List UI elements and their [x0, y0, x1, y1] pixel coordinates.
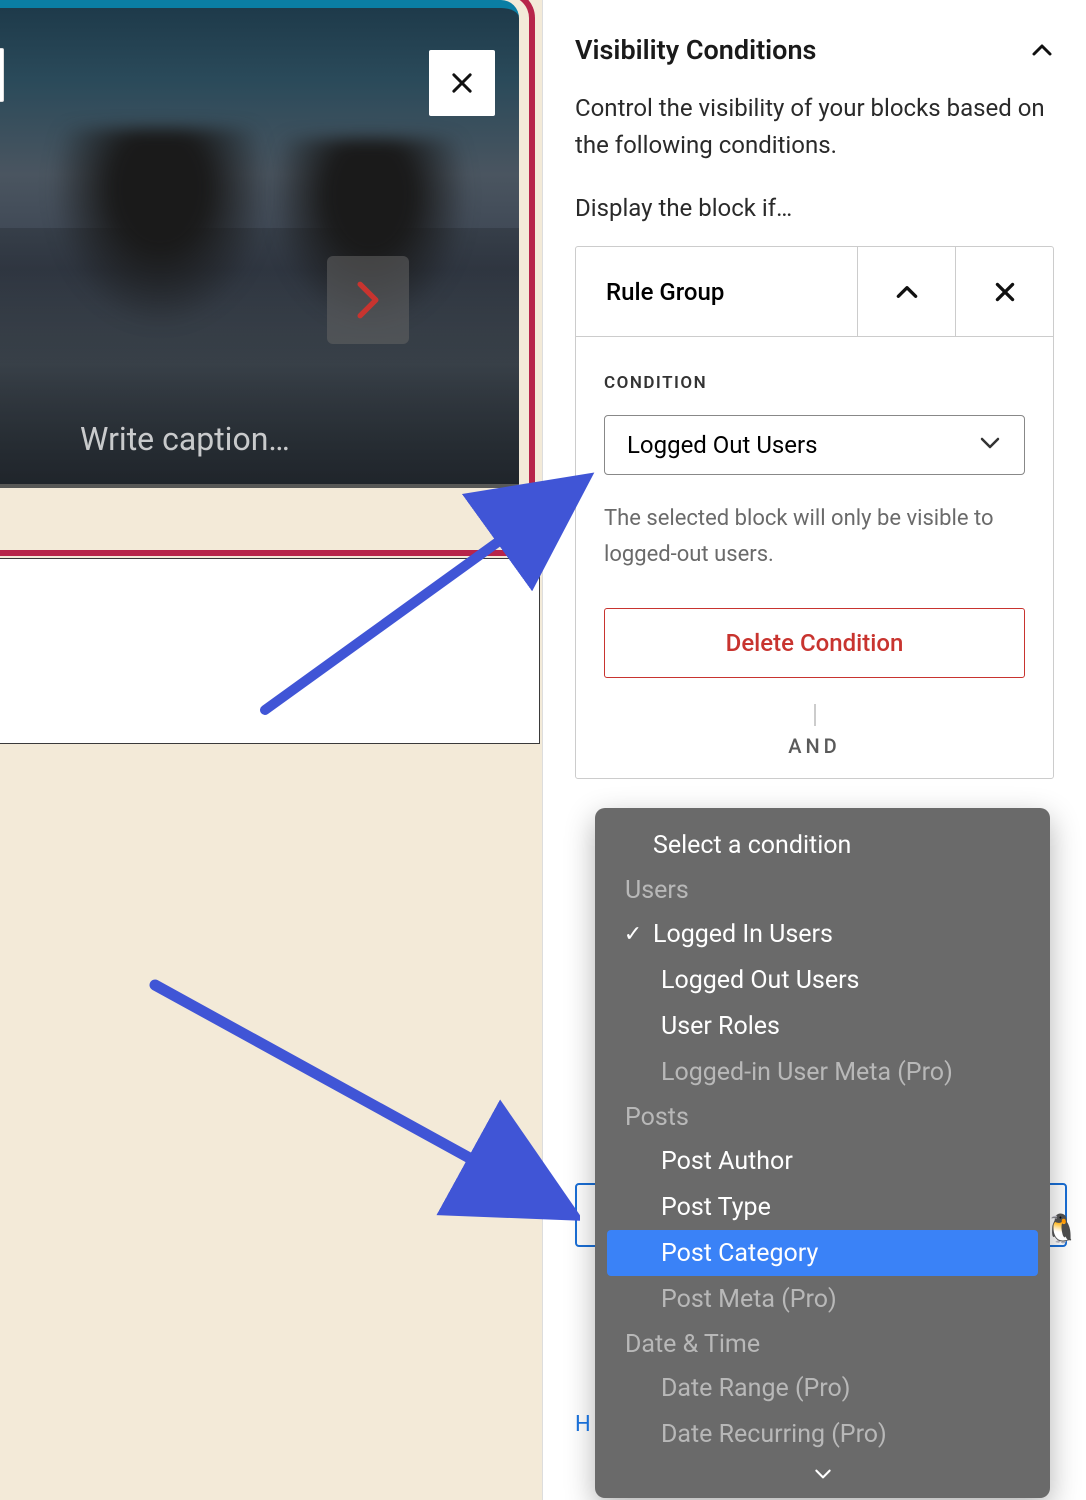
dropdown-group-users: Users [595, 868, 1050, 911]
chevron-down-icon [978, 431, 1002, 459]
gallery-image[interactable]: Write caption… [0, 0, 519, 484]
condition-helper-text: The selected block will only be visible … [604, 501, 1025, 571]
dropdown-option-logged-out-users[interactable]: Logged Out Users [595, 957, 1050, 1003]
condition-select[interactable]: Logged Out Users [604, 415, 1025, 475]
delete-condition-button[interactable]: Delete Condition [604, 608, 1025, 678]
rule-group: Rule Group CONDITION Logged Out Users Th… [575, 246, 1054, 778]
footer-link-fragment[interactable]: H [575, 1412, 591, 1437]
condition-select-value: Logged Out Users [627, 431, 818, 459]
condition-dropdown[interactable]: Select a condition Users ✓ Logged In Use… [595, 808, 1050, 1498]
close-icon [992, 279, 1018, 305]
dropdown-option-post-category[interactable]: Post Category [607, 1230, 1038, 1276]
gallery-block-selected[interactable]: Write caption… [0, 0, 535, 556]
dropdown-group-posts: Posts [595, 1095, 1050, 1138]
check-icon: ✓ [613, 922, 653, 947]
panel-title: Visibility Conditions [575, 34, 816, 66]
editor-canvas: Write caption… [0, 0, 542, 1500]
chevron-up-icon [894, 279, 920, 305]
remove-image-button[interactable] [429, 50, 495, 116]
dropdown-placeholder[interactable]: Select a condition [595, 822, 1050, 868]
block-drag-handle[interactable] [0, 48, 4, 102]
condition-operator: AND [604, 704, 1025, 758]
panel-description: Control the visibility of your blocks ba… [575, 90, 1054, 164]
dropdown-option-user-roles[interactable]: User Roles [595, 1003, 1050, 1049]
gallery-caption-input[interactable]: Write caption… [80, 420, 290, 458]
dropdown-option-post-type[interactable]: Post Type [595, 1184, 1050, 1230]
gallery-next-button[interactable] [327, 256, 409, 344]
collapse-rule-group-button[interactable] [857, 247, 955, 336]
dropdown-option-user-meta-pro: Logged-in User Meta (Pro) [595, 1049, 1050, 1095]
rule-group-title: Rule Group [576, 247, 857, 336]
empty-paragraph-block[interactable] [0, 558, 540, 744]
visibility-panel-header[interactable]: Visibility Conditions [543, 0, 1086, 90]
close-icon [448, 69, 476, 97]
chevron-right-icon [352, 279, 384, 321]
dropdown-option-post-meta-pro: Post Meta (Pro) [595, 1276, 1050, 1322]
dropdown-option-logged-in-users[interactable]: ✓ Logged In Users [595, 911, 1050, 957]
dropdown-option-post-author[interactable]: Post Author [595, 1138, 1050, 1184]
delete-rule-group-button[interactable] [955, 247, 1053, 336]
display-prompt: Display the block if… [575, 194, 1054, 222]
dropdown-group-datetime: Date & Time [595, 1322, 1050, 1365]
condition-label: CONDITION [604, 373, 1025, 393]
chevron-up-icon [1030, 38, 1054, 62]
dropdown-option-date-recurring-pro: Date Recurring (Pro) [595, 1411, 1050, 1457]
dropdown-option-date-range-pro: Date Range (Pro) [595, 1365, 1050, 1411]
mascot-icon: 🐧 [1044, 1212, 1078, 1246]
dropdown-scroll-down-icon[interactable] [595, 1457, 1050, 1490]
